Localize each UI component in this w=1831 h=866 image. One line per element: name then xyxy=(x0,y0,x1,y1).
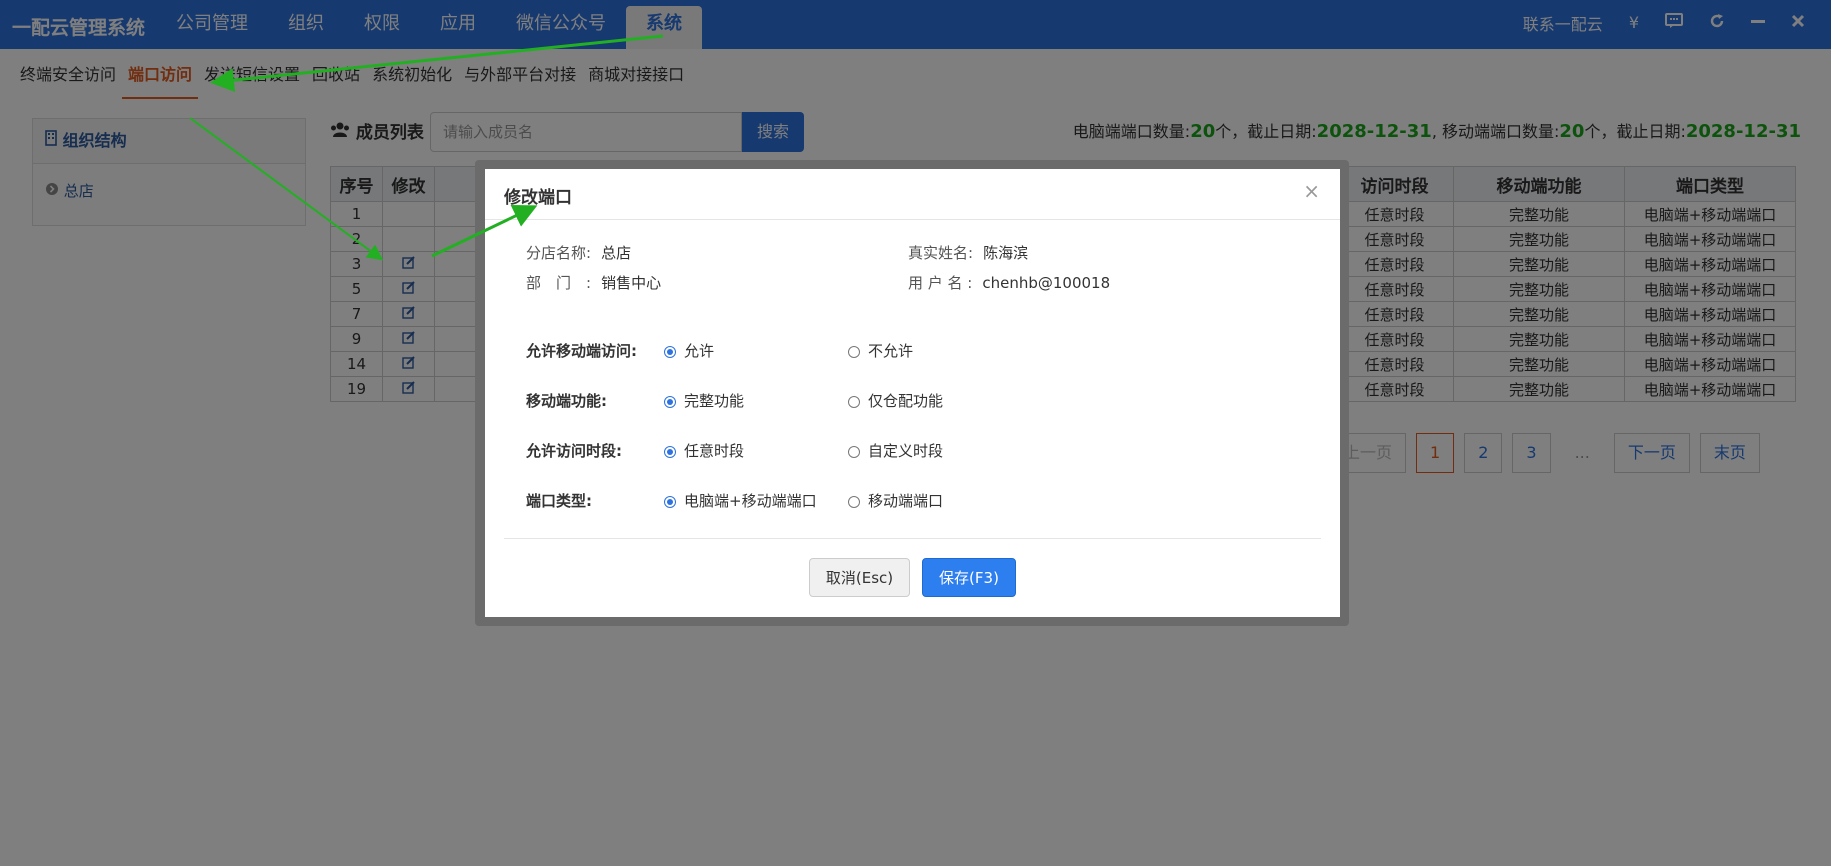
arrow-to-edit-icon xyxy=(189,117,384,261)
arrow-system-to-port-access xyxy=(210,34,664,93)
annotation-arrows xyxy=(189,34,664,261)
arrow-to-dialog-title xyxy=(431,204,538,258)
